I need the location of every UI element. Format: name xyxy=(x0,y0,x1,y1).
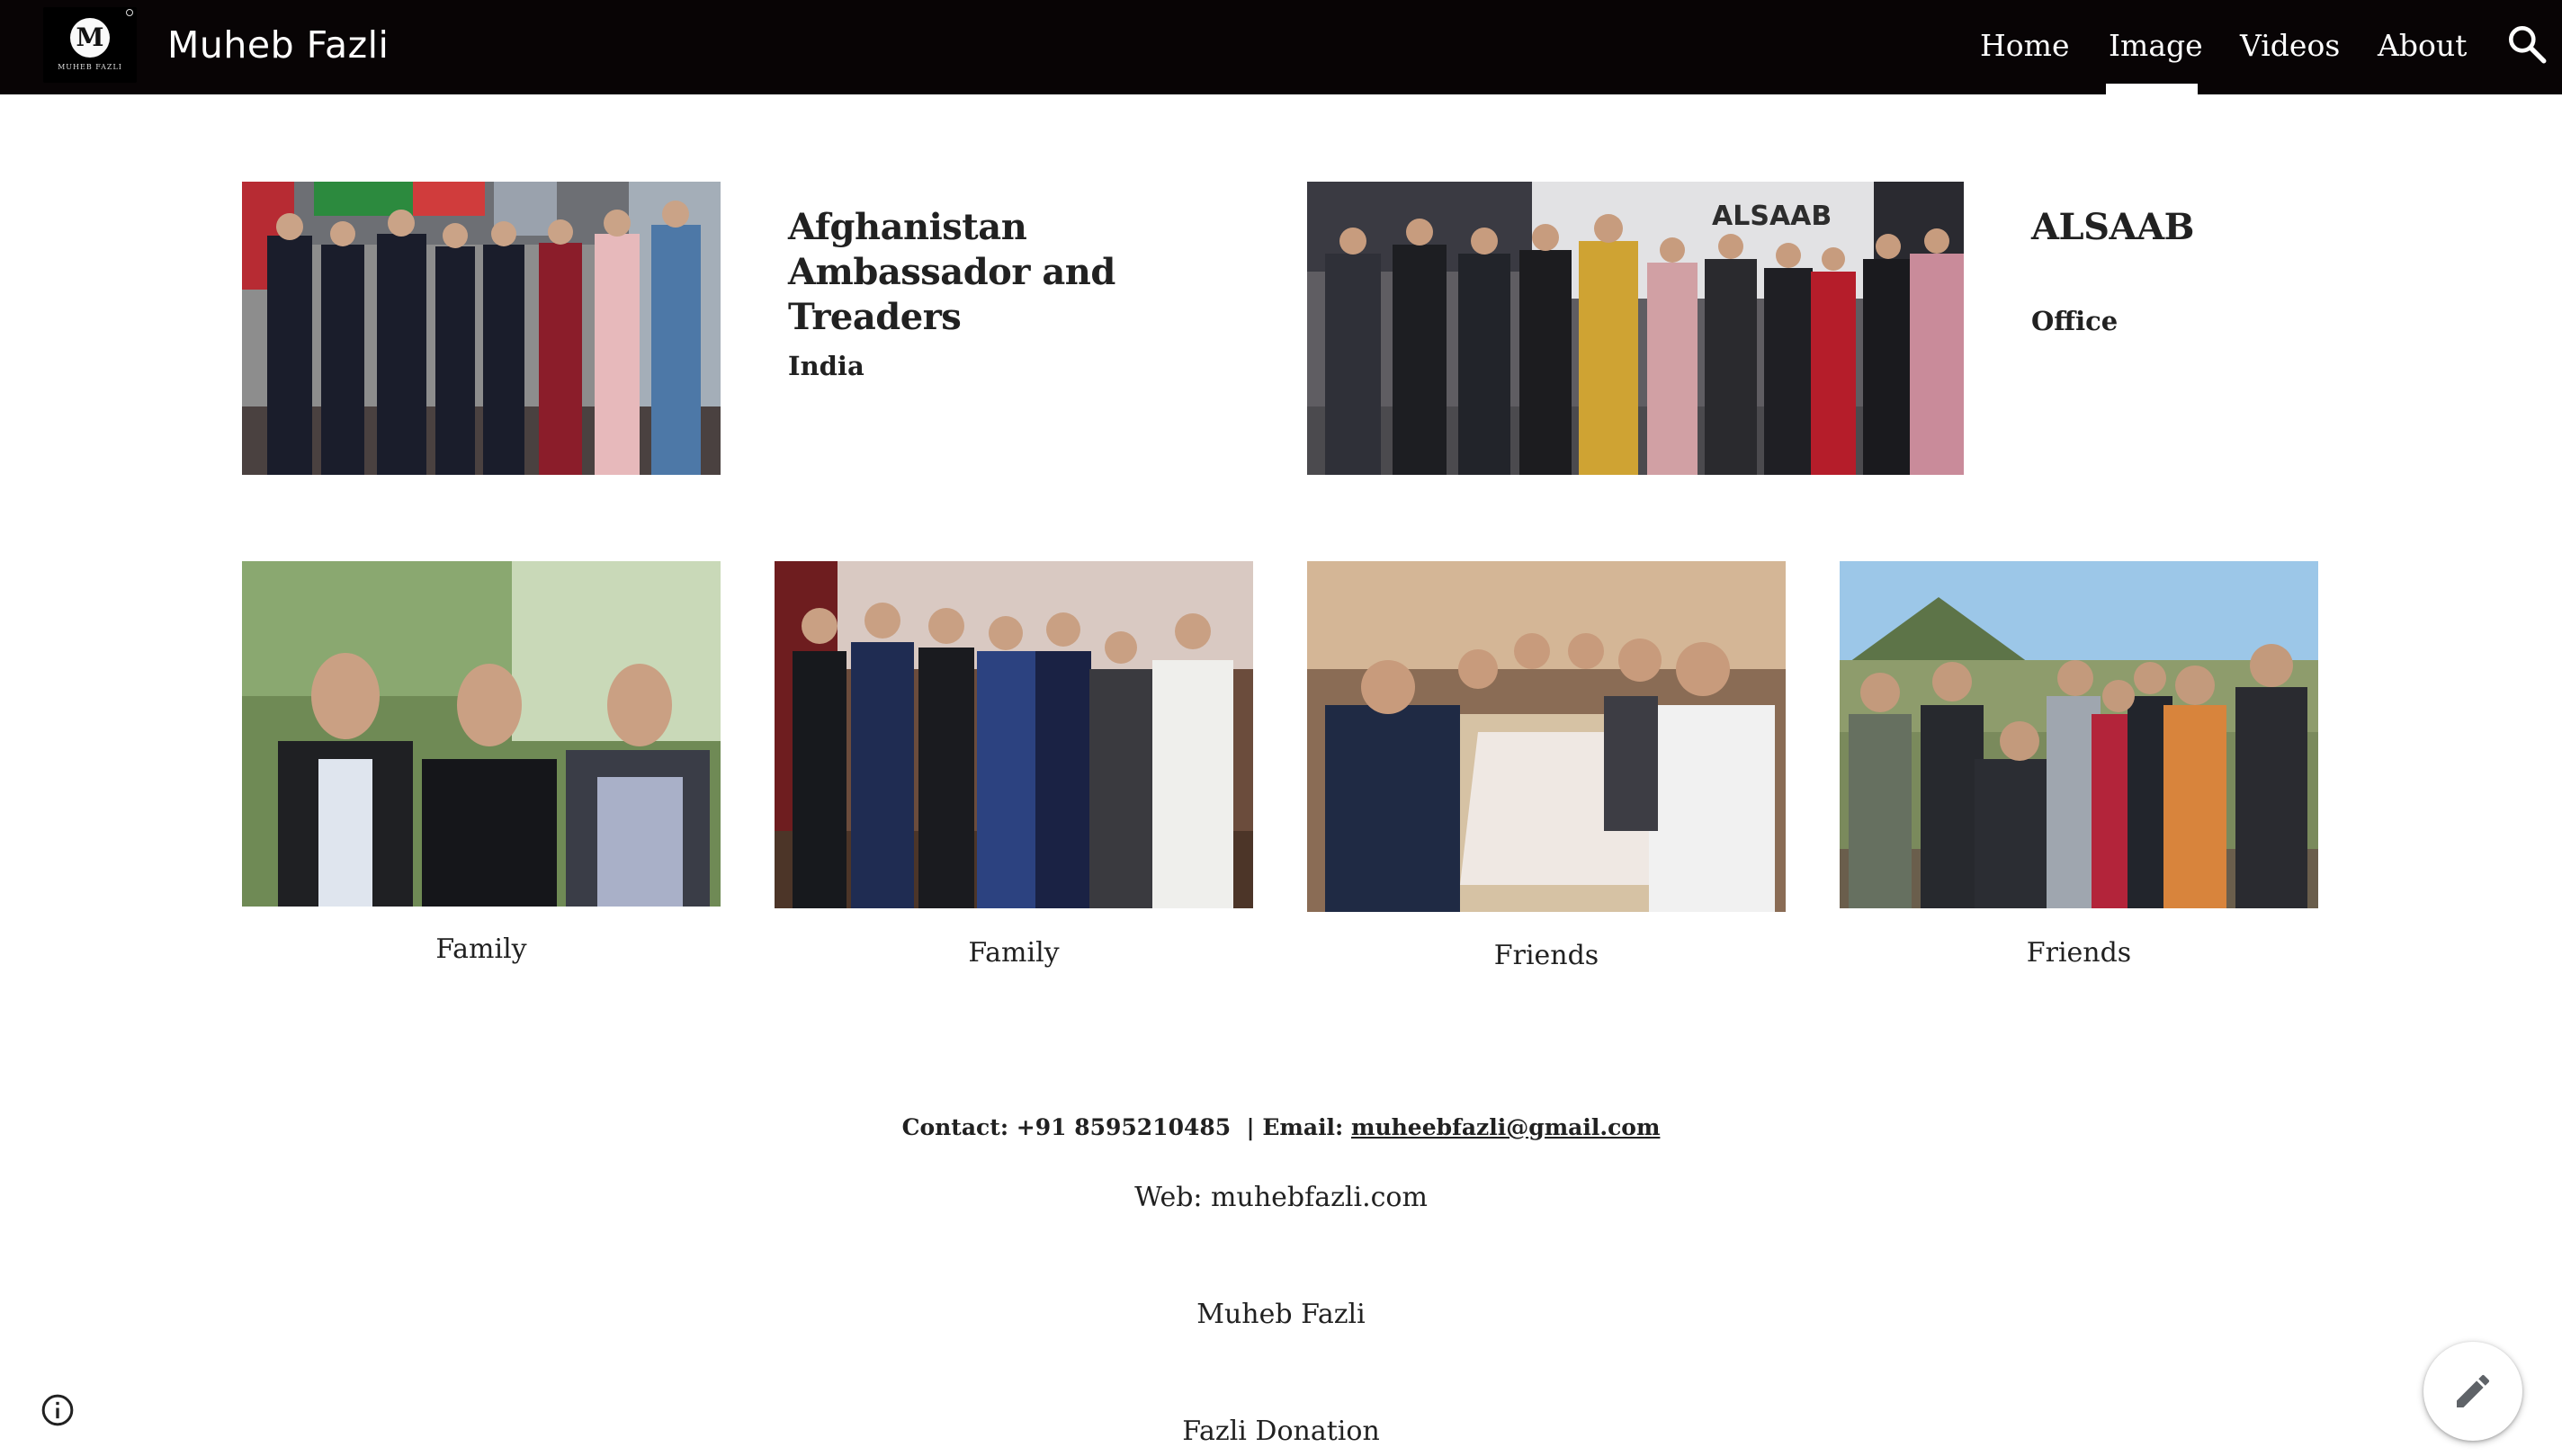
logo-mark-icon xyxy=(126,9,133,16)
nav-image[interactable]: Image xyxy=(2109,23,2203,68)
gallery-photo-family-1[interactable] xyxy=(242,561,721,907)
ambassador-heading: Afghanistan Ambassador and Treaders xyxy=(788,206,1115,338)
logo-monogram: M xyxy=(70,18,110,58)
gallery-photo-friends-1[interactable] xyxy=(1307,561,1786,912)
active-nav-indicator xyxy=(2106,84,2198,94)
alsaab-heading: ALSAAB xyxy=(2031,206,2194,248)
ambassador-group-photo[interactable] xyxy=(242,182,721,475)
email-link[interactable]: muheebfazli@gmail.com xyxy=(1351,1114,1660,1140)
ambassador-subtitle: India xyxy=(788,351,864,381)
info-icon[interactable] xyxy=(40,1392,76,1428)
logo-subtext: MUHEB FAZLI xyxy=(58,63,122,71)
alsaab-sign: ALSAAB xyxy=(1712,201,1832,232)
donation-link[interactable]: Fazli Donation xyxy=(0,1412,2562,1452)
contact-text: Contact: +91 8595210485 | Email: xyxy=(901,1114,1351,1140)
owner-name: Muheb Fazli xyxy=(1196,1299,1366,1330)
pencil-icon xyxy=(2457,1374,2490,1407)
nav-about[interactable]: About xyxy=(2378,23,2467,68)
gallery-caption-2: Family xyxy=(968,937,1060,969)
gallery-photo-friends-2[interactable] xyxy=(1840,561,2318,908)
site-title[interactable]: Muheb Fazli xyxy=(167,20,389,70)
edit-button[interactable] xyxy=(2423,1342,2522,1441)
gallery-caption-1: Family xyxy=(435,933,527,965)
site-logo[interactable]: M MUHEB FAZLI xyxy=(43,7,137,83)
contact-line: Contact: +91 8595210485 | Email: muheebf… xyxy=(0,1110,2562,1146)
gallery-caption-4: Friends xyxy=(2026,937,2132,969)
gallery-caption-3: Friends xyxy=(1493,940,1599,971)
top-navigation-bar: M MUHEB FAZLI Muheb Fazli Home Image Vid… xyxy=(0,0,2562,94)
web-line: Web: muhebfazli.com xyxy=(1134,1182,1428,1213)
nav-home[interactable]: Home xyxy=(1980,23,2069,68)
alsaab-subtitle: Office xyxy=(2031,306,2119,336)
alsaab-group-photo[interactable]: ALSAAB xyxy=(1307,182,1964,475)
search-icon[interactable] xyxy=(2504,22,2549,67)
nav-videos[interactable]: Videos xyxy=(2240,23,2340,68)
gallery-photo-family-2[interactable] xyxy=(775,561,1253,908)
